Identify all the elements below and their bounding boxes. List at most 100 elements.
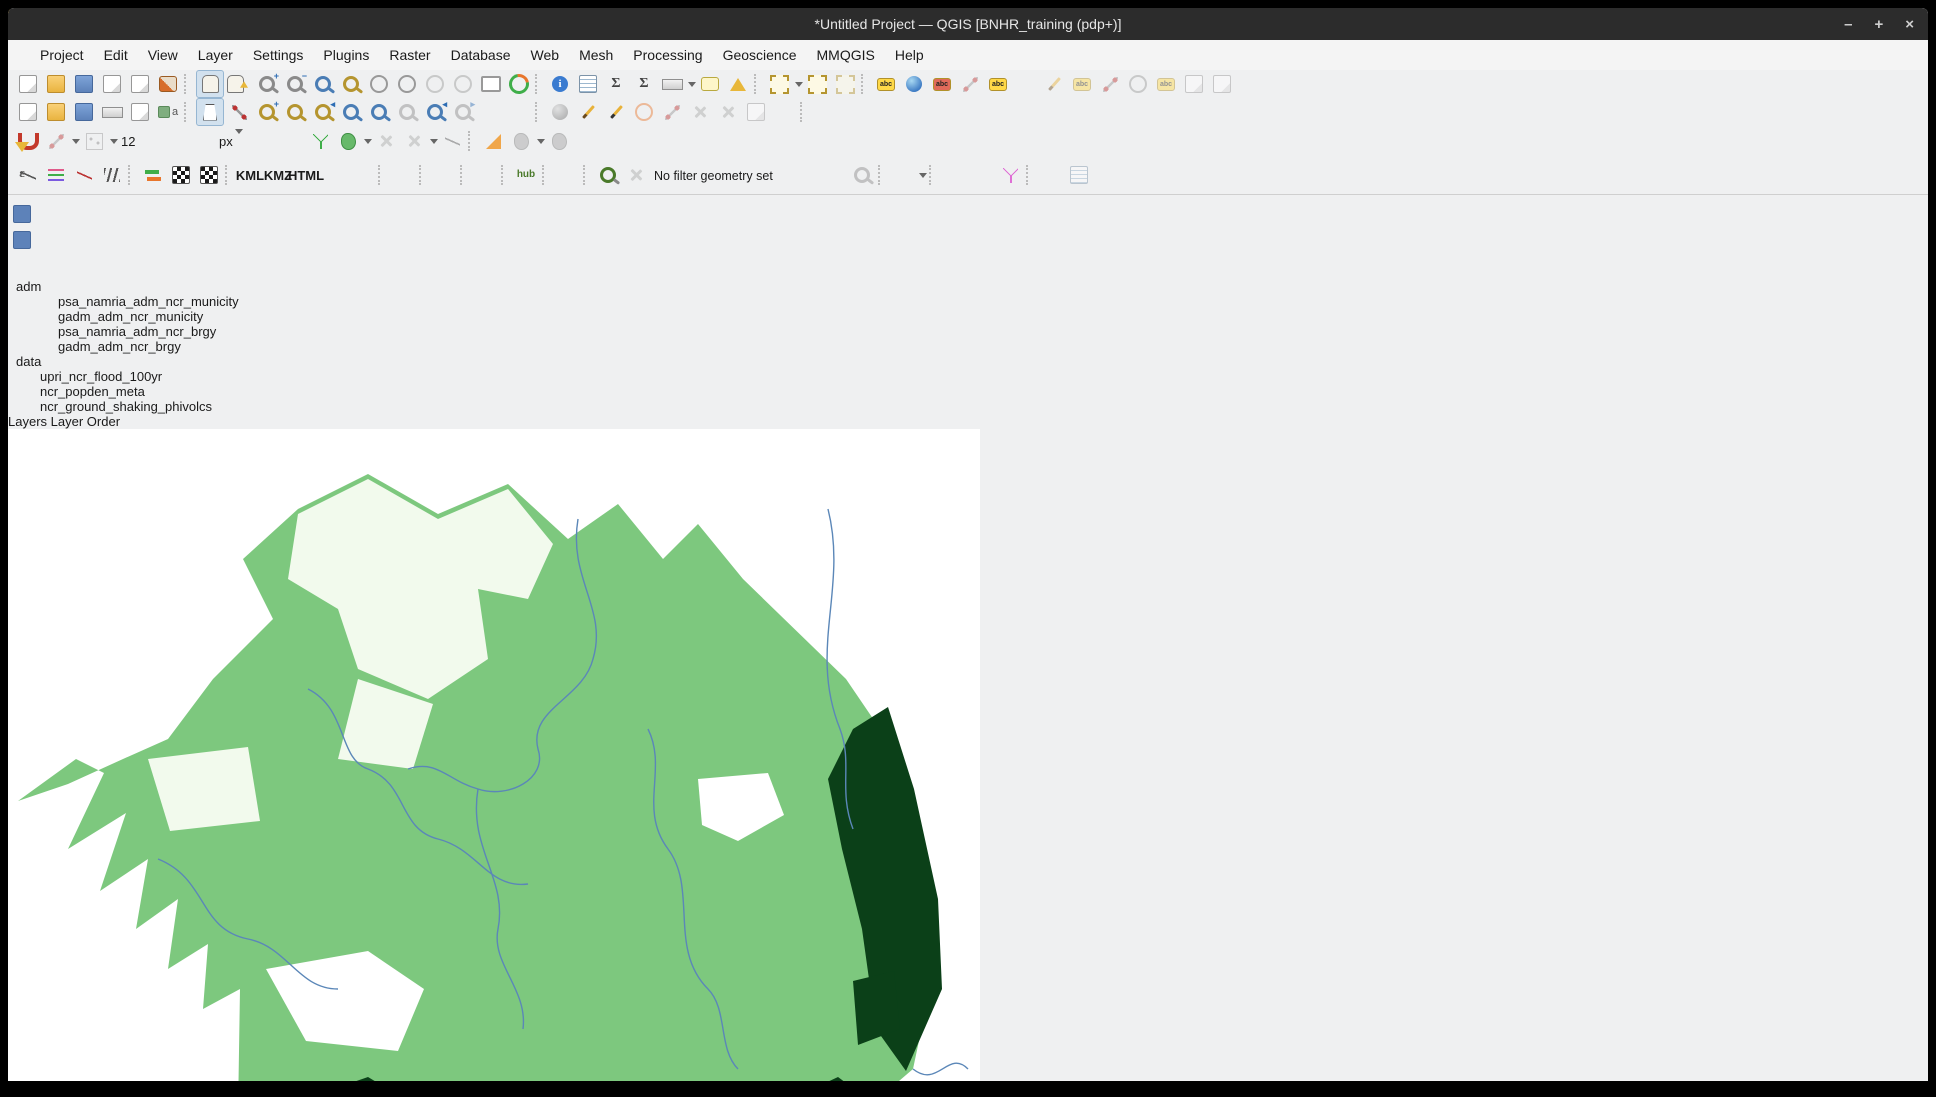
tab-layers[interactable]: Layers [8,414,47,429]
text-annotation-icon[interactable]: abc [873,71,899,97]
map-theme-settings-icon[interactable] [506,99,532,125]
pie-globe-icon[interactable] [472,162,498,188]
redo-icon[interactable] [840,99,866,125]
line-styles-icon[interactable] [43,162,69,188]
zoom-native-icon[interactable] [394,71,420,97]
rotate-label-icon[interactable] [1125,71,1151,97]
snapping-intersection-icon[interactable] [373,128,399,154]
color-grid-icon[interactable] [321,162,347,188]
globe-tool-icon[interactable] [547,99,573,125]
snapping-dot-box-icon[interactable] [81,128,107,154]
snapping-curve-icon[interactable] [439,128,465,154]
layer-upri-ncr-flood-100yr[interactable]: upri_ncr_flood_100yr [8,369,1928,384]
search-settings-icon[interactable] [127,99,153,125]
layer-psa-namria-adm-ncr-municity[interactable]: psa_namria_adm_ncr_municity [8,294,1928,309]
map-sheet-icon[interactable] [349,162,375,188]
topology-checker-icon[interactable] [997,162,1023,188]
layer-gadm-adm-ncr-municity[interactable]: gadm_adm_ncr_municity [8,309,1928,324]
zoom-last-icon[interactable] [422,71,448,97]
tab-layer-order[interactable]: Layer Order [51,414,120,429]
vertex-tool-icon[interactable] [659,99,685,125]
statistical-summary-icon[interactable]: Σ [631,71,657,97]
layer-group-adm[interactable]: adm [8,279,1928,294]
open-data-source-icon[interactable] [43,99,69,125]
zoom-in-alt-icon[interactable]: + [254,99,280,125]
clear-filter-icon[interactable] [623,162,649,188]
zoom-out-alt-icon[interactable] [282,99,308,125]
digitize-polygon-icon[interactable] [196,98,224,126]
copy-features-icon[interactable] [743,99,769,125]
hub-plugin-icon[interactable]: hub [513,162,539,188]
collapse-all-icon[interactable] [9,227,35,253]
pin-labels-icon[interactable] [1041,71,1067,97]
toggle-editing-icon[interactable] [603,99,629,125]
menu-settings[interactable]: Settings [243,47,314,63]
page-tools-icon[interactable] [1181,71,1207,97]
share-icon[interactable] [554,162,580,188]
empty-box-icon[interactable] [1094,162,1120,188]
menu-mesh[interactable]: Mesh [569,47,623,63]
list-grid-icon[interactable] [1066,162,1092,188]
open-layer-styling-icon[interactable] [9,41,35,67]
zoom-to-selection-icon[interactable] [338,71,364,97]
menu-edit[interactable]: Edit [94,47,138,63]
topological-editing-icon[interactable] [307,128,333,154]
layer-ncr-popden-meta[interactable]: ncr_popden_meta [8,384,1928,399]
expand-all-icon[interactable] [9,201,35,227]
deselect-features-icon[interactable] [832,71,858,97]
map-canvas[interactable] [8,429,1928,1081]
tracing-icon[interactable] [480,128,506,154]
close-button[interactable]: × [1905,16,1914,33]
style-manager-icon[interactable] [155,71,181,97]
reshape-features-icon[interactable] [71,162,97,188]
snapping-units-combo[interactable]: px [219,134,303,149]
menu-help[interactable]: Help [885,47,934,63]
pan-map-icon[interactable] [196,70,224,98]
zoom-last-alt-icon[interactable]: ◂ [422,99,448,125]
save-project-icon[interactable] [71,71,97,97]
delete-selected-icon[interactable] [687,99,713,125]
zoom-selection-alt-icon[interactable] [338,99,364,125]
zoom-native-alt-icon[interactable] [394,99,420,125]
move-blob-dropdown[interactable] [537,139,545,144]
maximize-button[interactable]: + [1874,16,1883,33]
menu-geoscience[interactable]: Geoscience [713,47,807,63]
menu-plugins[interactable]: Plugins [313,47,379,63]
move-annotation-icon[interactable] [957,71,983,97]
layer-diagram-icon[interactable] [1013,71,1039,97]
remove-layer-icon[interactable] [9,253,35,279]
move-label-icon[interactable] [1097,71,1123,97]
snapping-options-icon[interactable] [43,128,69,154]
layer-group-data[interactable]: data [8,354,1928,369]
filter-eye-icon[interactable] [821,162,847,188]
filter-search-icon[interactable] [849,162,875,188]
paste-style-icon[interactable] [1237,71,1263,97]
menu-raster[interactable]: Raster [379,47,440,63]
map-tips-icon[interactable] [697,71,723,97]
kml-export-icon[interactable]: KML [237,162,263,188]
html-export-icon[interactable]: HTML [293,162,319,188]
measure-dropdown-arrow[interactable] [688,82,696,87]
menu-mmqgis[interactable]: MMQGIS [807,47,885,63]
copy-blob-icon[interactable] [546,128,572,154]
add-table-icon[interactable] [431,162,457,188]
zoom-in-icon[interactable]: + [254,71,280,97]
zoom-out-icon[interactable]: − [282,71,308,97]
layer-labeling-icon[interactable]: abc [985,71,1011,97]
menu-project[interactable]: Project [30,47,94,63]
refresh-map-icon[interactable] [506,71,532,97]
checker-black-icon[interactable] [196,162,222,188]
undo-icon[interactable] [812,99,838,125]
snapping-tolerance-field[interactable]: 12 [121,134,213,149]
options-icon[interactable] [99,99,125,125]
html-annotation-icon[interactable]: abc [929,71,955,97]
geometry-search-icon[interactable] [595,162,621,188]
highlight-pinned-labels-icon[interactable]: abc [1069,71,1095,97]
layout-manager-icon[interactable] [127,71,153,97]
identify-features-icon[interactable]: i [547,71,573,97]
open-project-icon[interactable] [43,71,69,97]
move-feature-icon[interactable] [226,99,252,125]
manage-map-themes-icon[interactable] [9,93,35,119]
reverse-line-icon[interactable] [140,162,166,188]
menu-view[interactable]: View [138,47,188,63]
